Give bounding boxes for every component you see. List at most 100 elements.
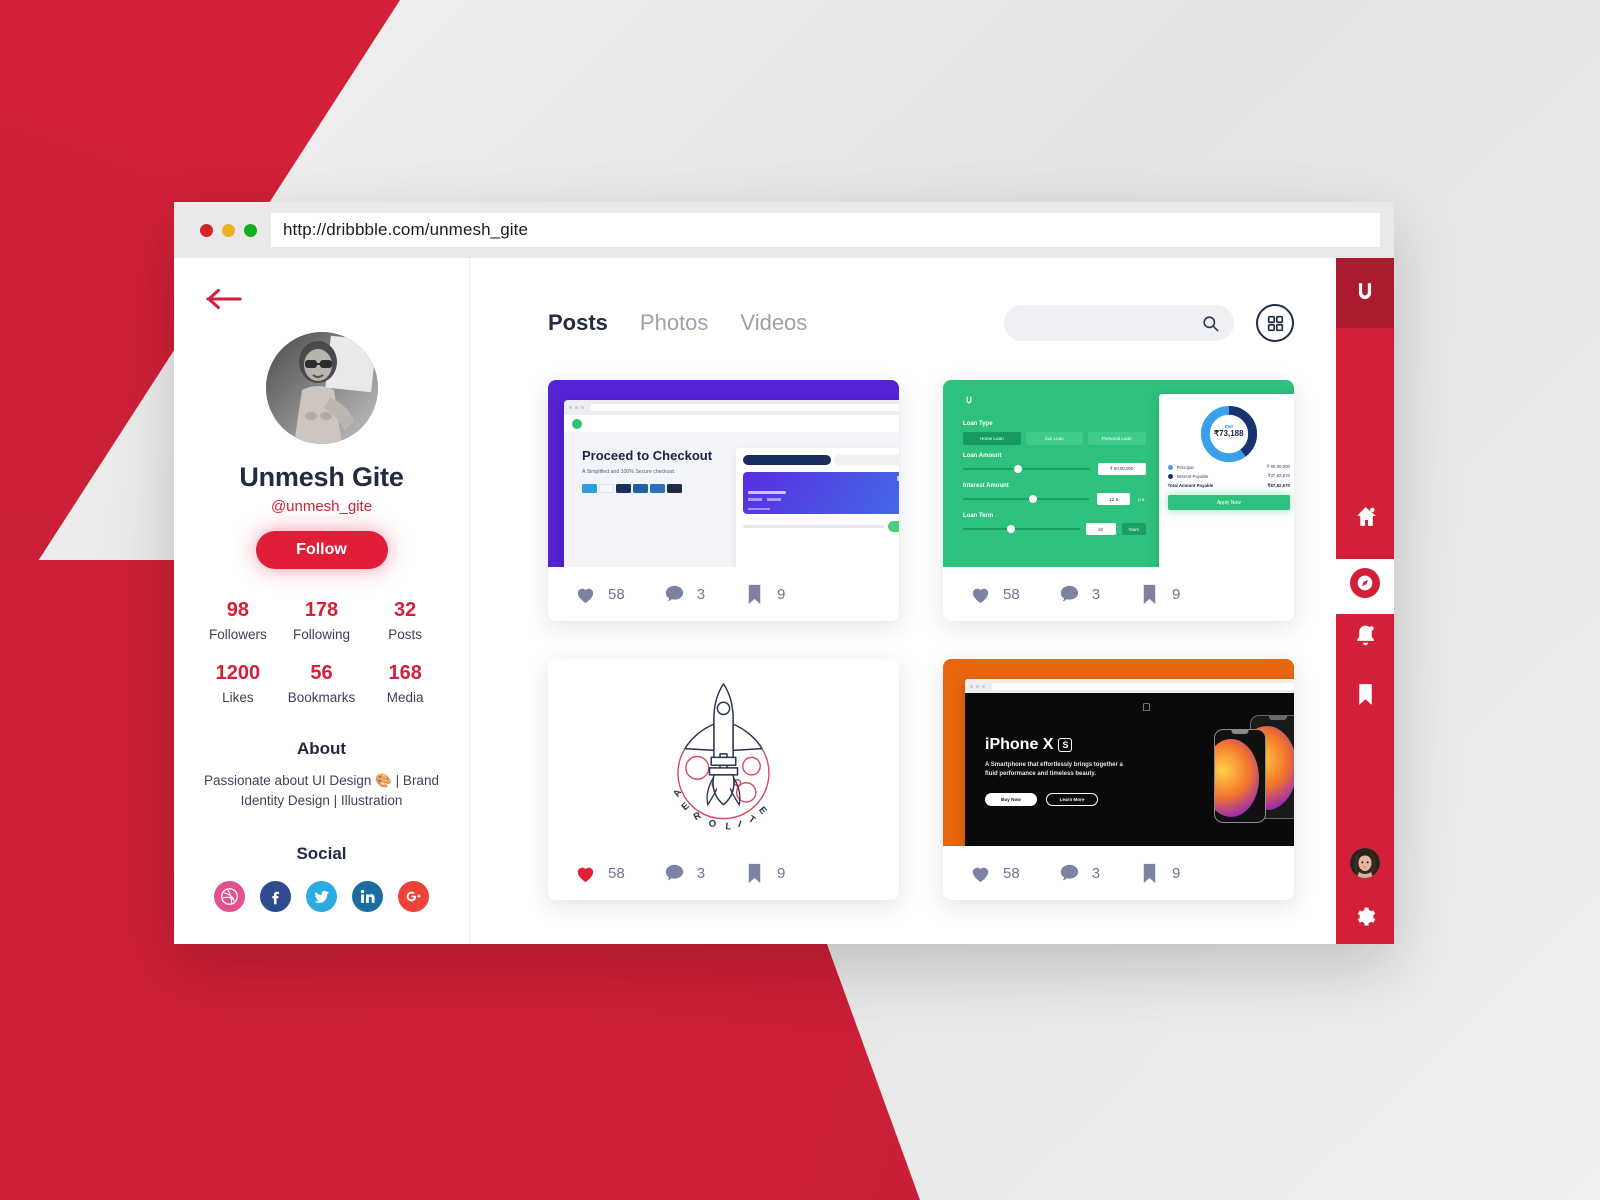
feed-tabs: Posts Photos Videos [548,310,807,336]
stat-bookmarks[interactable]: 56 Bookmarks [280,662,364,705]
comment-metric[interactable]: 3 [663,862,705,885]
bookmark-metric[interactable]: 9 [1138,862,1180,885]
like-metric[interactable]: 58 [969,583,1020,606]
nav-bookmarks[interactable] [1336,670,1394,718]
like-metric[interactable]: 58 [969,862,1020,885]
comment-metric[interactable]: 3 [663,583,705,606]
facebook-icon[interactable] [260,881,291,913]
nav-explore[interactable] [1336,559,1394,607]
bookmark-icon [748,584,761,604]
app-logo-icon [966,396,972,404]
feed-header: Posts Photos Videos [548,304,1294,342]
tab-posts[interactable]: Posts [548,310,608,336]
buy-now-button[interactable]: Buy Now [985,793,1037,806]
post-card-aerolite[interactable]: A E R O L I T E 58 3 9 [548,659,899,900]
like-metric[interactable]: 58 [574,583,625,606]
back-arrow-icon[interactable] [206,286,244,312]
google-plus-icon[interactable] [398,881,429,913]
interest-unit: p.a. [1138,496,1146,502]
search-box[interactable] [1004,305,1234,341]
search-input[interactable] [1018,315,1201,331]
post-grid: Proceed to Checkout A Simplified and 100… [548,380,1294,900]
browser-window: http://dribbble.com/unmesh_gite Unmesh G… [174,202,1394,944]
home-icon [1356,506,1376,526]
like-metric[interactable]: 58 [574,862,625,885]
post-thumbnail: Loan Type Home Loan Car Loan Personal Lo… [943,380,1294,567]
dribbble-icon[interactable] [214,881,245,913]
post-card-loan[interactable]: Loan Type Home Loan Car Loan Personal Lo… [943,380,1294,621]
grid-view-toggle[interactable] [1256,304,1294,342]
comment-icon [665,585,683,601]
heart-icon [577,867,594,882]
legend-value: ₹37,82,570 [1267,473,1290,478]
aerolite-letter: E [680,799,693,812]
interest-rate-value[interactable]: 12.5 [1097,493,1131,505]
stat-media[interactable]: 168 Media [363,662,447,705]
legend-value: ₹87,82,570 [1267,483,1290,488]
aerolite-letter: I [737,818,744,830]
stat-likes[interactable]: 1200 Likes [196,662,280,705]
term-value[interactable]: 10 [1085,523,1116,535]
comment-icon [665,864,683,880]
tab-videos[interactable]: Videos [740,310,807,336]
bookmark-count: 9 [777,585,786,603]
twitter-icon[interactable] [306,881,337,913]
bookmark-count: 9 [1172,864,1181,882]
nav-home[interactable] [1336,492,1394,540]
bookmark-icon [1143,863,1156,883]
bookmark-metric[interactable]: 9 [743,862,785,885]
field-label: Interest Amount [963,483,1009,489]
post-engagement-bar: 58 3 9 [943,846,1294,900]
loan-amount-value[interactable]: ₹ 50,00,000 [1097,463,1146,475]
post-thumbnail: Proceed to Checkout A Simplified and 100… [548,380,899,567]
post-card-checkout[interactable]: Proceed to Checkout A Simplified and 100… [548,380,899,621]
about-heading: About [296,739,347,758]
minimize-window-button[interactable] [222,223,235,237]
nav-notifications[interactable] [1336,611,1394,659]
bookmark-icon [1143,584,1156,604]
comment-metric[interactable]: 3 [1058,583,1100,606]
stat-following[interactable]: 178 Following [280,599,364,642]
loan-type-option[interactable]: Home Loan [963,432,1021,445]
term-unit-select[interactable]: Years [1121,523,1146,535]
maximize-window-button[interactable] [244,223,257,237]
rail-avatar-image [1350,848,1380,878]
bookmark-metric[interactable]: 9 [743,583,785,606]
close-window-button[interactable] [200,223,213,237]
legend-label: Total Amount Payable [1167,483,1214,488]
profile-name: Unmesh Gite [239,462,404,492]
explore-pill [1350,568,1380,598]
heart-icon [577,588,594,603]
stat-value: 98 [226,599,249,621]
legend-label: Principal [1176,464,1194,470]
linkedin-icon[interactable] [352,881,383,913]
tab-photos[interactable]: Photos [640,310,709,336]
field-label: Loan Term [963,513,994,519]
avatar-image [265,332,378,444]
app-logo[interactable] [1336,258,1394,328]
loan-type-option[interactable]: Personal Loan [1088,432,1146,445]
learn-more-button[interactable]: Learn More [1046,793,1098,806]
like-count: 58 [608,585,625,603]
stat-followers[interactable]: 98 Followers [196,599,280,642]
comment-count: 3 [1091,585,1101,603]
loan-type-option[interactable]: Car Loan [1025,432,1083,445]
field-label: Loan Amount [963,453,1002,459]
bookmark-metric[interactable]: 9 [1138,583,1180,606]
shot-subtitle: A Simplified and 100% Secure checkout. [582,469,676,476]
shot-title: Proceed to Checkout [582,448,713,463]
rail-user-avatar[interactable] [1350,848,1380,878]
apply-now-button[interactable]: Apply Now [1167,495,1290,510]
shot-title-badge: S [1058,738,1073,752]
heart-icon [972,867,989,882]
field-label: Loan Type [963,421,993,427]
comment-metric[interactable]: 3 [1058,862,1100,885]
stat-posts[interactable]: 32 Posts [363,599,447,642]
follow-button[interactable]: Follow [255,531,388,569]
gear-icon [1357,907,1375,926]
like-count: 58 [1003,864,1020,882]
stat-label: Media [386,690,424,705]
nav-settings[interactable] [1336,893,1394,941]
address-bar[interactable]: http://dribbble.com/unmesh_gite [271,213,1380,247]
post-card-iphone[interactable]:  iPhone X S A Smartphone that effortles… [943,659,1294,900]
